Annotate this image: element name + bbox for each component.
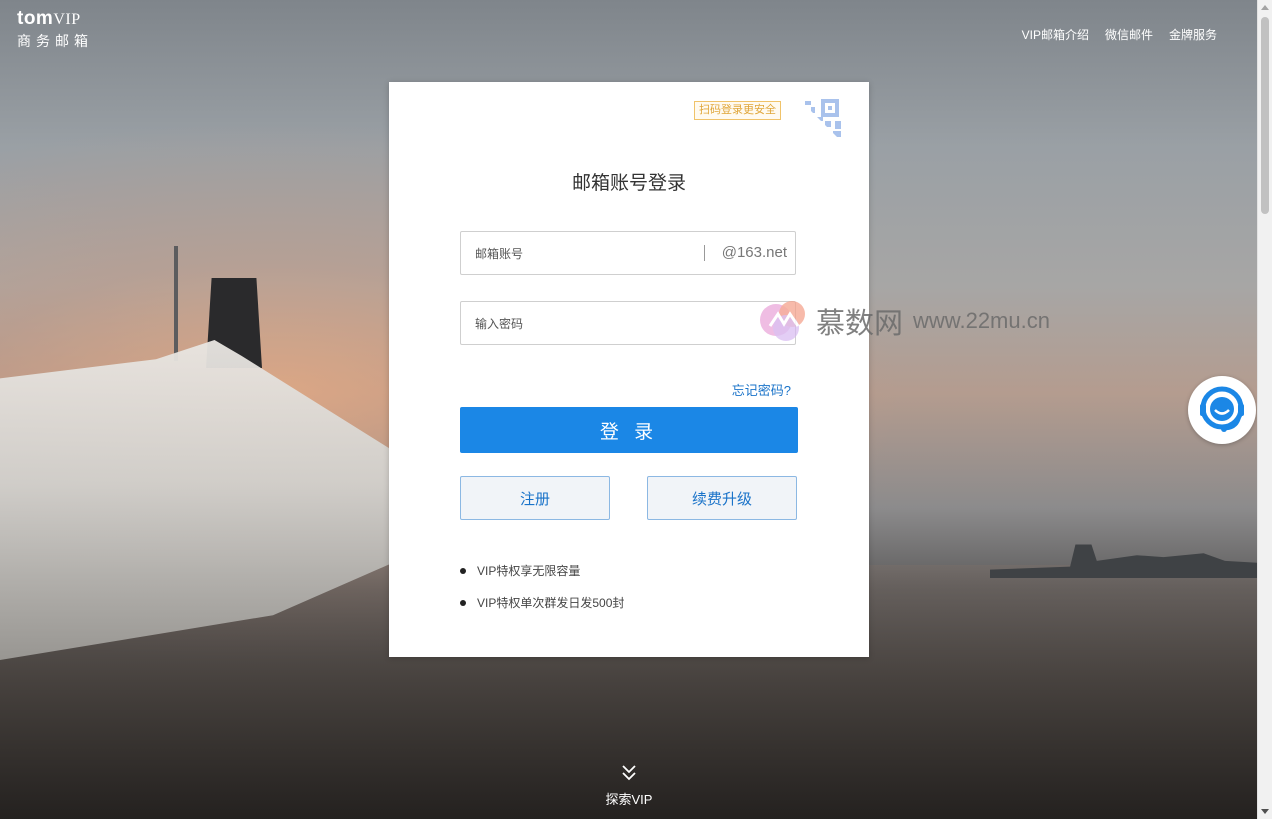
customer-service-button[interactable] (1188, 376, 1256, 444)
account-field: @163.net (460, 231, 796, 276)
password-input[interactable] (473, 302, 697, 346)
nav-wechat-mail[interactable]: 微信邮件 (1105, 26, 1153, 43)
scroll-down-arrow-icon[interactable] (1261, 809, 1269, 814)
register-button[interactable]: 注册 (460, 476, 610, 520)
domain-suffix: @163.net (721, 244, 787, 261)
page-scrollbar[interactable] (1257, 0, 1272, 819)
vip-features-list: VIP特权享无限容量 VIP特权单次群发日发500封 (460, 562, 624, 626)
password-field (460, 301, 796, 346)
brand-subtitle: 商务邮箱 (17, 33, 93, 49)
brand-name-line: tomVIP (17, 8, 93, 30)
nav-gold-service[interactable]: 金牌服务 (1169, 26, 1217, 43)
background-skyline (990, 544, 1257, 578)
top-nav: VIP邮箱介绍 微信邮件 金牌服务 (1022, 26, 1217, 43)
account-input[interactable] (473, 232, 697, 276)
customer-service-icon (1200, 386, 1244, 432)
qr-code-icon[interactable] (797, 97, 843, 143)
renew-upgrade-button[interactable]: 续费升级 (647, 476, 797, 520)
scroll-up-arrow-icon[interactable] (1261, 5, 1269, 10)
brand-name: tom (17, 8, 54, 29)
explore-label: 探索VIP (605, 792, 653, 807)
nav-vip-intro[interactable]: VIP邮箱介绍 (1022, 26, 1089, 43)
scroll-thumb[interactable] (1261, 17, 1269, 214)
double-chevron-down-icon (622, 765, 636, 781)
brand-tag: VIP (53, 11, 81, 28)
forgot-password-link[interactable]: 忘记密码? (732, 380, 791, 399)
feature-item: VIP特权单次群发日发500封 (460, 594, 624, 626)
explore-vip[interactable]: 探索VIP (599, 764, 659, 808)
feature-item: VIP特权享无限容量 (460, 562, 624, 594)
brand-logo[interactable]: tomVIP 商务邮箱 (17, 8, 93, 51)
qr-login-tip: 扫码登录更安全 (694, 101, 781, 120)
login-button[interactable]: 登 录 (460, 407, 798, 453)
login-title: 邮箱账号登录 (571, 173, 686, 194)
suffix-divider (704, 245, 705, 261)
login-card: 扫码登录更安全 邮箱账号登录 @163.net 忘记密码? 登 录 注册 续费升… (389, 82, 869, 657)
background-mast (174, 246, 178, 361)
